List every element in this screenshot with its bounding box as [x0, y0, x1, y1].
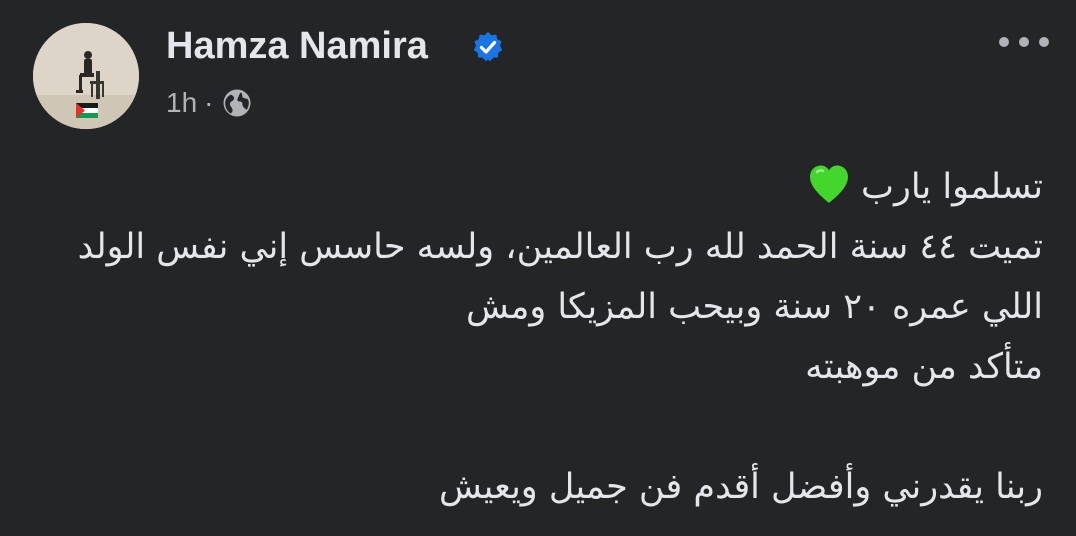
author-avatar[interactable]	[33, 23, 139, 129]
post-timestamp[interactable]: 1h	[166, 87, 197, 119]
meta-separator: ·	[204, 87, 214, 118]
post-body: تسلموا يارب تميت ٤٤ سنة الحمد لله رب الع…	[33, 157, 1043, 517]
post-text-line-1-text: تسلموا يارب	[861, 167, 1043, 207]
facebook-post: Hamza Namira 1h · تسلموا يارب تميت ٤٤ سن…	[0, 0, 1076, 536]
author-name[interactable]: Hamza Namira	[166, 22, 428, 70]
post-text-line-5: ربنا يقدرني وأفضل أقدم فن جميل ويعيش	[439, 467, 1043, 507]
post-meta: 1h ·	[166, 84, 252, 122]
post-text-line-1: تسلموا يارب	[33, 157, 1043, 217]
globe-icon[interactable]	[222, 88, 252, 118]
verified-badge-icon	[473, 32, 503, 62]
post-text-line-3: اللي عمره ٢٠ سنة وبيحب المزيكا ومش	[465, 287, 1043, 327]
more-options-icon	[999, 37, 1049, 47]
avatar-photo-icon	[33, 23, 139, 129]
post-text-line-4: متأكد من موهبته	[805, 347, 1043, 387]
post-text-line-2: تميت ٤٤ سنة الحمد لله رب العالمين، ولسه …	[77, 227, 1043, 267]
post-text-spacer	[33, 397, 1043, 457]
more-options-button[interactable]	[994, 24, 1054, 60]
green-heart-icon	[810, 165, 849, 203]
